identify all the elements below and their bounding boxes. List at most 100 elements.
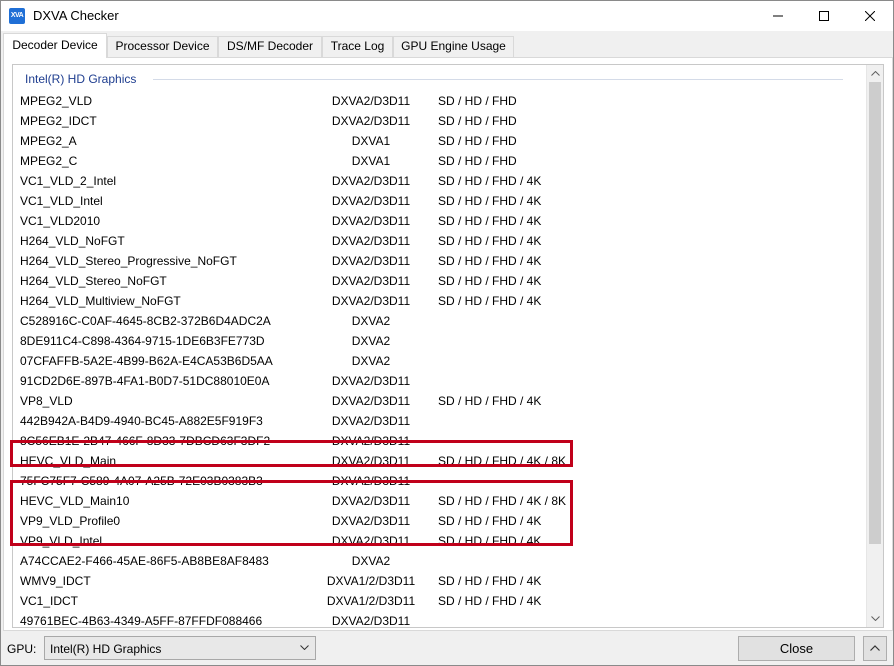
- tab-processor-device[interactable]: Processor Device: [107, 36, 218, 57]
- decoder-name: 07CFAFFB-5A2E-4B99-B62A-E4CA53B6D5AA: [20, 354, 273, 368]
- close-icon: [865, 11, 875, 21]
- decoder-name: 91CD2D6E-897B-4FA1-B0D7-51DC88010E0A: [20, 374, 270, 388]
- decoder-api: DXVA1/2/D3D11: [326, 594, 416, 608]
- list-item[interactable]: MPEG2_IDCT DXVA2/D3D11 SD / HD / FHD: [13, 111, 869, 131]
- list-item[interactable]: VC1_IDCT DXVA1/2/D3D11 SD / HD / FHD / 4K: [13, 591, 869, 611]
- decoder-api: DXVA2/D3D11: [331, 94, 411, 108]
- decoder-name: VC1_VLD2010: [20, 214, 101, 228]
- decoder-resolutions: SD / HD / FHD / 4K / 8K: [438, 454, 567, 468]
- list-item[interactable]: VC1_VLD_Intel DXVA2/D3D11 SD / HD / FHD / …: [13, 191, 869, 211]
- decoder-api: DXVA2/D3D11: [331, 534, 411, 548]
- list-item[interactable]: VP9_VLD_Profile0 DXVA2/D3D11 SD / HD / FHD…: [13, 511, 869, 531]
- decoder-api: DXVA1: [351, 154, 391, 168]
- decoder-api: DXVA2: [351, 554, 391, 568]
- list-item[interactable]: 8C56EB1E-2B47-466F-8D33-7DBCD63F3DF2 DXVA…: [13, 431, 869, 451]
- decoder-api: DXVA2/D3D11: [331, 194, 411, 208]
- list-item[interactable]: H264_VLD_Multiview_NoFGT DXVA2/D3D11 SD / …: [13, 291, 869, 311]
- list-item[interactable]: 07CFAFFB-5A2E-4B99-B62A-E4CA53B6D5AA DXVA…: [13, 351, 869, 371]
- list-item[interactable]: A74CCAE2-F466-45AE-86F5-AB8BE8AF8483 DXVA…: [13, 551, 869, 571]
- tab-decoder-device[interactable]: Decoder Device: [3, 33, 107, 58]
- collapse-button[interactable]: [863, 636, 887, 661]
- list-item[interactable]: MPEG2_A DXVA1 SD / HD / FHD: [13, 131, 869, 151]
- decoder-api: DXVA2/D3D11: [331, 494, 411, 508]
- decoder-api: DXVA2/D3D11: [331, 374, 411, 388]
- list-item[interactable]: VP8_VLD DXVA2/D3D11 SD / HD / FHD / 4K: [13, 391, 869, 411]
- decoder-api: DXVA2/D3D11: [331, 414, 411, 428]
- decoder-api: DXVA2: [351, 314, 391, 328]
- list-item[interactable]: 442B942A-B4D9-4940-BC45-A882E5F919F3 DXVA…: [13, 411, 869, 431]
- list-item[interactable]: MPEG2_VLD DXVA2/D3D11 SD / HD / FHD: [13, 91, 869, 111]
- decoder-api: DXVA2: [351, 334, 391, 348]
- decoder-resolutions: SD / HD / FHD / 4K: [438, 594, 542, 608]
- tab-ds-mf-decoder[interactable]: DS/MF Decoder: [218, 36, 322, 57]
- scroll-up-button[interactable]: [867, 65, 883, 82]
- list-item[interactable]: VC1_VLD2010 DXVA2/D3D11 SD / HD / FHD / 4K: [13, 211, 869, 231]
- list-item[interactable]: H264_VLD_Stereo_NoFGT DXVA2/D3D11 SD / HD …: [13, 271, 869, 291]
- decoder-resolutions: SD / HD / FHD / 4K: [438, 514, 542, 528]
- decoder-resolutions: SD / HD / FHD / 4K: [438, 574, 542, 588]
- list-item[interactable]: HEVC_VLD_Main10 DXVA2/D3D11 SD / HD / FHD …: [13, 491, 869, 511]
- decoder-resolutions: SD / HD / FHD: [438, 114, 517, 128]
- chevron-up-icon: [870, 645, 880, 651]
- chevron-up-icon: [871, 71, 880, 76]
- tab-gpu-engine-usage[interactable]: GPU Engine Usage: [393, 36, 514, 57]
- list-item[interactable]: WMV9_IDCT DXVA1/2/D3D11 SD / HD / FHD / 4K: [13, 571, 869, 591]
- decoder-resolutions: SD / HD / FHD / 4K: [438, 294, 542, 308]
- tab-bar: Decoder Device Processor Device DS/MF De…: [3, 33, 893, 58]
- decoder-name: 75FC75F7-C589-4A07-A25B-72E03B0383B3: [20, 474, 263, 488]
- decoder-device-panel: Intel(R) HD Graphics MPEG2_VLD DXVA2/D3D1…: [3, 57, 893, 631]
- chevron-down-icon: [871, 616, 880, 621]
- decoder-resolutions: SD / HD / FHD: [438, 154, 517, 168]
- decoder-list[interactable]: Intel(R) HD Graphics MPEG2_VLD DXVA2/D3D1…: [12, 64, 884, 628]
- decoder-name: MPEG2_C: [20, 154, 78, 168]
- decoder-api: DXVA2/D3D11: [331, 454, 411, 468]
- list-item[interactable]: VC1_VLD_2_Intel DXVA2/D3D11 SD / HD / FHD …: [13, 171, 869, 191]
- decoder-resolutions: SD / HD / FHD / 4K: [438, 214, 542, 228]
- decoder-api: DXVA2/D3D11: [331, 254, 411, 268]
- close-window-button[interactable]: [847, 1, 893, 31]
- gpu-select-value: Intel(R) HD Graphics: [50, 642, 162, 656]
- decoder-name: H264_VLD_Stereo_Progressive_NoFGT: [20, 254, 237, 268]
- vertical-scrollbar[interactable]: [866, 65, 883, 627]
- decoder-api: DXVA2/D3D11: [331, 614, 411, 628]
- scroll-thumb[interactable]: [869, 82, 881, 544]
- decoder-name: 442B942A-B4D9-4940-BC45-A882E5F919F3: [20, 414, 263, 428]
- decoder-resolutions: SD / HD / FHD / 4K: [438, 254, 542, 268]
- list-item[interactable]: H264_VLD_NoFGT DXVA2/D3D11 SD / HD / FHD /…: [13, 231, 869, 251]
- decoder-resolutions: SD / HD / FHD / 4K: [438, 534, 542, 548]
- decoder-resolutions: SD / HD / FHD / 4K: [438, 194, 542, 208]
- decoder-name: 8C56EB1E-2B47-466F-8D33-7DBCD63F3DF2: [20, 434, 271, 448]
- decoder-name: VP9_VLD_Intel: [20, 534, 103, 548]
- decoder-name: H264_VLD_Stereo_NoFGT: [20, 274, 167, 288]
- decoder-resolutions: SD / HD / FHD: [438, 94, 517, 108]
- scroll-down-button[interactable]: [867, 610, 883, 627]
- decoder-name: MPEG2_A: [20, 134, 77, 148]
- group-header: Intel(R) HD Graphics: [25, 72, 137, 86]
- minimize-button[interactable]: [755, 1, 801, 31]
- decoder-name: WMV9_IDCT: [20, 574, 91, 588]
- minimize-icon: [773, 15, 783, 17]
- title-bar[interactable]: XVA DXVA Checker: [1, 1, 893, 31]
- list-item[interactable]: MPEG2_C DXVA1 SD / HD / FHD: [13, 151, 869, 171]
- decoder-name: MPEG2_IDCT: [20, 114, 97, 128]
- close-button[interactable]: Close: [738, 636, 855, 661]
- decoder-api: DXVA2/D3D11: [331, 394, 411, 408]
- decoder-name: C528916C-C0AF-4645-8CB2-372B6D4ADC2A: [20, 314, 271, 328]
- maximize-button[interactable]: [801, 1, 847, 31]
- gpu-select[interactable]: Intel(R) HD Graphics: [44, 636, 316, 660]
- decoder-name: HEVC_VLD_Main: [20, 454, 117, 468]
- list-item[interactable]: 8DE911C4-C898-4364-9715-1DE6B3FE773D DXVA…: [13, 331, 869, 351]
- decoder-api: DXVA2/D3D11: [331, 234, 411, 248]
- list-item[interactable]: VP9_VLD_Intel DXVA2/D3D11 SD / HD / FHD / …: [13, 531, 869, 551]
- list-item[interactable]: C528916C-C0AF-4645-8CB2-372B6D4ADC2A DXVA…: [13, 311, 869, 331]
- list-item[interactable]: 49761BEC-4B63-4349-A5FF-87FFDF088466 DXVA…: [13, 611, 869, 628]
- list-item[interactable]: H264_VLD_Stereo_Progressive_NoFGT DXVA2/D…: [13, 251, 869, 271]
- list-item[interactable]: 91CD2D6E-897B-4FA1-B0D7-51DC88010E0A DXVA…: [13, 371, 869, 391]
- decoder-api: DXVA2/D3D11: [331, 214, 411, 228]
- tab-trace-log[interactable]: Trace Log: [322, 36, 393, 57]
- app-icon: XVA: [9, 8, 25, 24]
- list-item[interactable]: HEVC_VLD_Main DXVA2/D3D11 SD / HD / FHD / …: [13, 451, 869, 471]
- list-item[interactable]: 75FC75F7-C589-4A07-A25B-72E03B0383B3 DXVA…: [13, 471, 869, 491]
- decoder-name: H264_VLD_NoFGT: [20, 234, 125, 248]
- decoder-api: DXVA2/D3D11: [331, 514, 411, 528]
